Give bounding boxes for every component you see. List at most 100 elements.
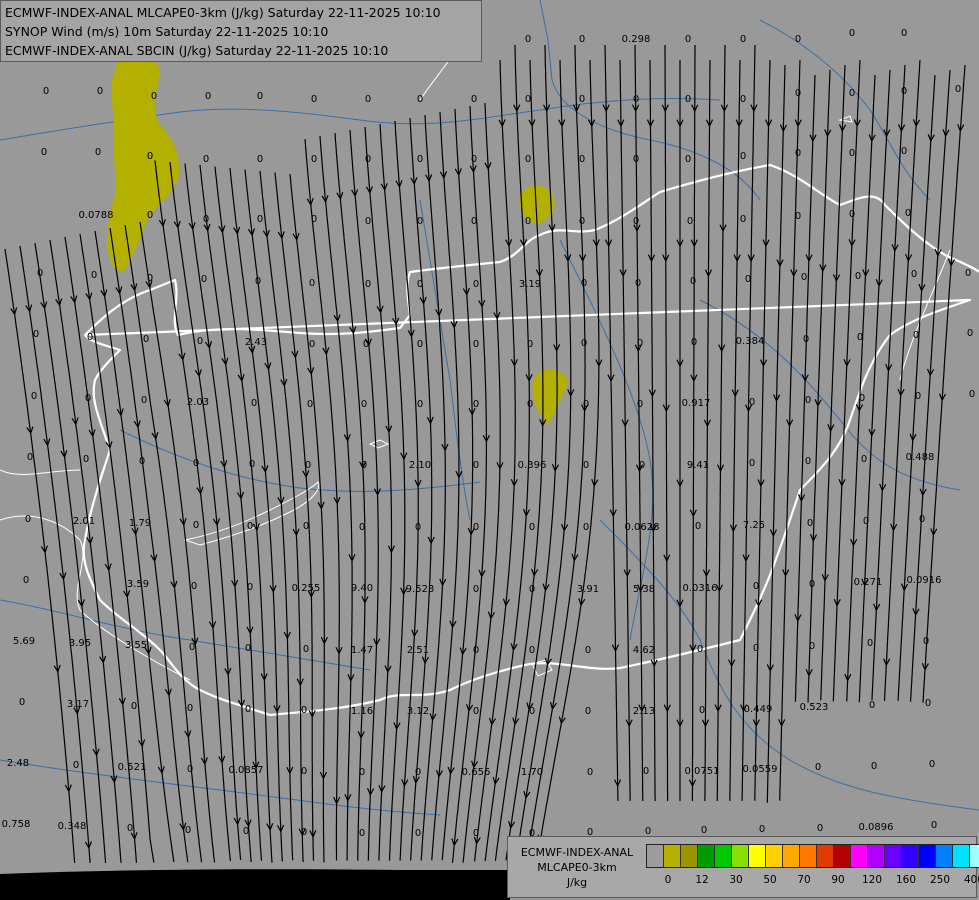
sbcin-value-label: 0 [365, 216, 371, 227]
legend-color-bar [646, 844, 979, 868]
sbcin-value-label: 5.38 [633, 584, 655, 595]
sbcin-value-label: 0 [83, 454, 89, 465]
sbcin-value-label: 1.16 [351, 706, 373, 717]
sbcin-value-label: 0 [579, 216, 585, 227]
sbcin-value-label: 0 [417, 339, 423, 350]
sbcin-value-label: 0.0857 [229, 765, 264, 776]
sbcin-value-label: 0 [245, 704, 251, 715]
sbcin-value-label: 0 [147, 210, 153, 221]
sbcin-value-label: 0 [363, 339, 369, 350]
title-box: ECMWF-INDEX-ANAL MLCAPE0-3km (J/kg) Satu… [0, 0, 482, 62]
sbcin-value-label: 0 [203, 214, 209, 225]
sbcin-value-label: 0 [301, 827, 307, 838]
sbcin-value-label: 0 [243, 826, 249, 837]
sbcin-value-label: 0 [929, 759, 935, 770]
sbcin-value-label: 0 [205, 91, 211, 102]
sbcin-value-label: 0.255 [292, 583, 321, 594]
sbcin-value-label: 0 [639, 460, 645, 471]
legend-tick-label: 30 [729, 874, 743, 886]
sbcin-value-label: 0 [745, 274, 751, 285]
sbcin-value-label: 0 [740, 94, 746, 105]
legend-swatch [953, 845, 970, 867]
sbcin-value-label: 0 [187, 703, 193, 714]
sbcin-value-label: 0 [473, 522, 479, 533]
sbcin-value-label: 0.0628 [625, 522, 660, 533]
sbcin-value-label: 0 [685, 34, 691, 45]
sbcin-value-label: 2.13 [633, 706, 655, 717]
sbcin-value-label: 0 [687, 216, 693, 227]
sbcin-value-label: 0.384 [736, 336, 765, 347]
sbcin-value-label: 0.0559 [743, 764, 778, 775]
sbcin-value-label: 0 [311, 94, 317, 105]
sbcin-value-label: 7.25 [743, 520, 765, 531]
sbcin-value-label: 0 [690, 276, 696, 287]
sbcin-value-label: 0 [809, 641, 815, 652]
sbcin-value-label: 0 [815, 762, 821, 773]
sbcin-value-label: 2.48 [7, 758, 29, 769]
weather-map: 0 0 0.298 0 0 0 0 0 0 0 0 0 0 0 0 0 0 0 0 0 0 0 0 0 0 0 0 0 0 0 0 0 0 0 0 0… [0, 0, 979, 900]
sbcin-value-label: 0 [529, 584, 535, 595]
sbcin-value-label: 0 [257, 154, 263, 165]
legend-swatch [902, 845, 919, 867]
sbcin-value-label: 0 [309, 278, 315, 289]
sbcin-value-label: 0 [417, 279, 423, 290]
sbcin-value-label: 0 [415, 767, 421, 778]
sbcin-value-label: 0 [740, 34, 746, 45]
sbcin-value-label: 0 [147, 151, 153, 162]
sbcin-value-label: 0 [473, 645, 479, 656]
legend-title: ECMWF-INDEX-ANAL MLCAPE0-3km J/kg [512, 845, 642, 890]
sbcin-value-label: 0 [203, 154, 209, 165]
sbcin-value-label: 0 [585, 645, 591, 656]
sbcin-value-label: 0 [87, 332, 93, 343]
sbcin-value-label: 0 [193, 458, 199, 469]
sbcin-value-label: 0 [859, 393, 865, 404]
sbcin-value-label: 0 [633, 154, 639, 165]
sbcin-value-label: 0.917 [682, 398, 711, 409]
sbcin-value-label: 0 [365, 94, 371, 105]
sbcin-value-label: 0 [643, 766, 649, 777]
sbcin-value-label: 0 [807, 518, 813, 529]
sbcin-value-label: 0 [85, 393, 91, 404]
legend-swatch [783, 845, 800, 867]
title-line-wind: SYNOP Wind (m/s) 10m Saturday 22-11-2025… [5, 24, 329, 39]
sbcin-value-label: 0 [740, 214, 746, 225]
sbcin-value-label: 0 [805, 456, 811, 467]
sbcin-value-label: 0 [245, 643, 251, 654]
sbcin-value-label: 0 [303, 644, 309, 655]
title-line-cin: ECMWF-INDEX-ANAL SBCIN (J/kg) Saturday 2… [5, 43, 389, 58]
sbcin-value-label: 0 [749, 397, 755, 408]
sbcin-value-label: 2.10 [409, 460, 431, 471]
sbcin-value-label: 0 [37, 268, 43, 279]
sbcin-value-label: 0 [637, 399, 643, 410]
sbcin-value-label: 0 [33, 329, 39, 340]
sbcin-value-label: 0.523 [800, 702, 829, 713]
sbcin-value-label: 0 [415, 522, 421, 533]
sbcin-value-label: 0 [697, 644, 703, 655]
sbcin-value-label: 0 [361, 460, 367, 471]
sbcin-value-label: 0 [359, 828, 365, 839]
sbcin-value-label: 0.0788 [79, 210, 114, 221]
sbcin-value-label: 0 [365, 154, 371, 165]
sbcin-value-label: 3.17 [67, 699, 89, 710]
sbcin-value-label: 0 [685, 154, 691, 165]
sbcin-value-label: 0 [965, 268, 971, 279]
sbcin-value-label: 0.0916 [907, 575, 942, 586]
sbcin-value-label: 0 [417, 399, 423, 410]
sbcin-value-label: 0 [187, 764, 193, 775]
sbcin-value-label: 0 [301, 766, 307, 777]
sbcin-value-label: 9.40 [351, 583, 373, 594]
sbcin-value-label: 1.47 [351, 645, 373, 656]
sbcin-value-label: 0 [529, 522, 535, 533]
sbcin-value-label: 0 [925, 698, 931, 709]
sbcin-value-label: 0 [309, 339, 315, 350]
sbcin-value-label: 0 [919, 514, 925, 525]
sbcin-value-label: 1.70 [521, 767, 543, 778]
sbcin-value-label: 0 [849, 28, 855, 39]
sbcin-value-label: 0 [361, 399, 367, 410]
sbcin-value-label: 0.298 [622, 34, 651, 45]
sbcin-value-label: 0 [699, 705, 705, 716]
sbcin-value-label: 0 [257, 91, 263, 102]
sbcin-value-label: 0 [579, 94, 585, 105]
legend-swatch [698, 845, 715, 867]
legend-swatch [885, 845, 902, 867]
